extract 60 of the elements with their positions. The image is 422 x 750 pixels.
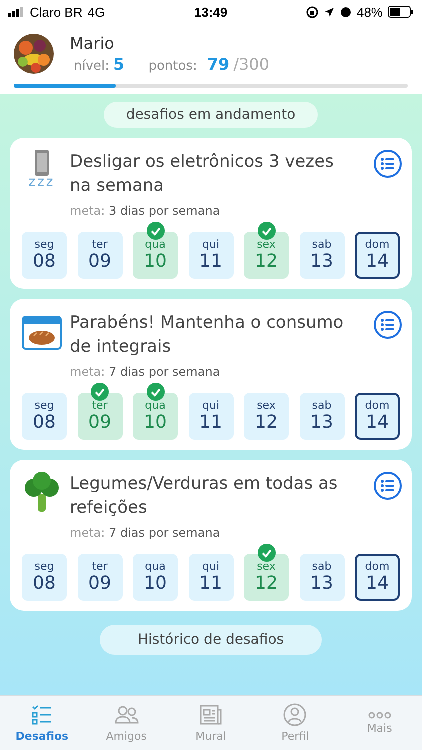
day-cell[interactable]: dom 14 — [355, 554, 400, 601]
day-cell[interactable]: seg 08 — [22, 232, 67, 279]
day-cell[interactable]: qua 10 — [133, 232, 178, 279]
battery-icon — [388, 6, 414, 18]
check-icon — [91, 383, 109, 401]
level-value: 5 — [114, 55, 125, 74]
list-icon — [381, 158, 395, 170]
rotation-lock-icon — [306, 6, 319, 18]
day-cell[interactable]: qua 10 — [133, 393, 178, 440]
clock-time: 13:49 — [194, 4, 228, 20]
day-cell[interactable]: sex 12 — [244, 393, 289, 440]
challenge-title: Desligar os eletrônicos 3 vezes na semana — [70, 151, 335, 198]
day-cell[interactable]: qui 11 — [188, 554, 234, 601]
phone-icon — [35, 150, 49, 176]
points-total: /300 — [234, 55, 270, 74]
carrier-name: Claro BR — [30, 4, 83, 20]
day-cell[interactable]: sex 12 — [244, 232, 289, 279]
more-icon — [368, 712, 392, 718]
user-name: Mario — [70, 34, 116, 53]
day-cell[interactable]: qui 11 — [188, 393, 234, 440]
section-title: desafios em andamento — [104, 102, 318, 128]
list-button[interactable] — [374, 311, 402, 339]
day-cell[interactable]: dom 14 — [355, 232, 400, 279]
points-label: pontos: — [148, 59, 198, 74]
list-button[interactable] — [374, 150, 402, 178]
list-icon — [381, 319, 395, 331]
day-cell[interactable]: qua 10 — [133, 554, 178, 601]
profile-icon — [283, 703, 308, 727]
day-cell[interactable]: qui 11 — [188, 232, 234, 279]
challenge-title: Legumes/Verduras em todas as refeições — [70, 473, 339, 520]
day-cell[interactable]: dom 14 — [355, 393, 400, 440]
day-cell[interactable]: sab 13 — [300, 393, 344, 440]
challenge-goal: meta: 7 dias por semana — [70, 526, 222, 540]
network-type: 4G — [88, 4, 106, 20]
challenge-title: Parabéns! Mantenha o consumo de integrais — [70, 312, 345, 359]
history-button[interactable]: Histórico de desafios — [100, 625, 322, 655]
location-icon — [324, 6, 335, 18]
level-label: nível: — [74, 59, 110, 74]
battery-percent: 48% — [356, 4, 383, 20]
newspaper-icon — [199, 703, 224, 727]
check-icon — [258, 222, 276, 240]
list-icon — [381, 480, 395, 492]
day-cell[interactable]: ter 09 — [78, 393, 122, 440]
tab-item[interactable]: Desafios — [0, 696, 84, 750]
day-cell[interactable]: seg 08 — [22, 393, 67, 440]
points-value: 79 — [207, 55, 230, 74]
day-cell[interactable]: sex 12 — [244, 554, 289, 601]
challenge-goal: meta: 3 dias por semana — [70, 204, 222, 218]
day-cell[interactable]: sab 13 — [300, 554, 344, 601]
signal-icon — [8, 7, 25, 17]
check-icon — [146, 222, 164, 240]
day-cell[interactable]: seg 08 — [22, 554, 67, 601]
day-cell[interactable]: ter 09 — [78, 554, 122, 601]
list-button[interactable] — [374, 472, 402, 500]
day-cell[interactable]: sab 13 — [300, 232, 344, 279]
check-icon — [258, 544, 276, 562]
challenge-goal: meta: 7 dias por semana — [70, 365, 222, 379]
sleep-text: zzz — [28, 176, 56, 190]
day-cell[interactable]: ter 09 — [78, 232, 122, 279]
check-icon — [146, 383, 164, 401]
